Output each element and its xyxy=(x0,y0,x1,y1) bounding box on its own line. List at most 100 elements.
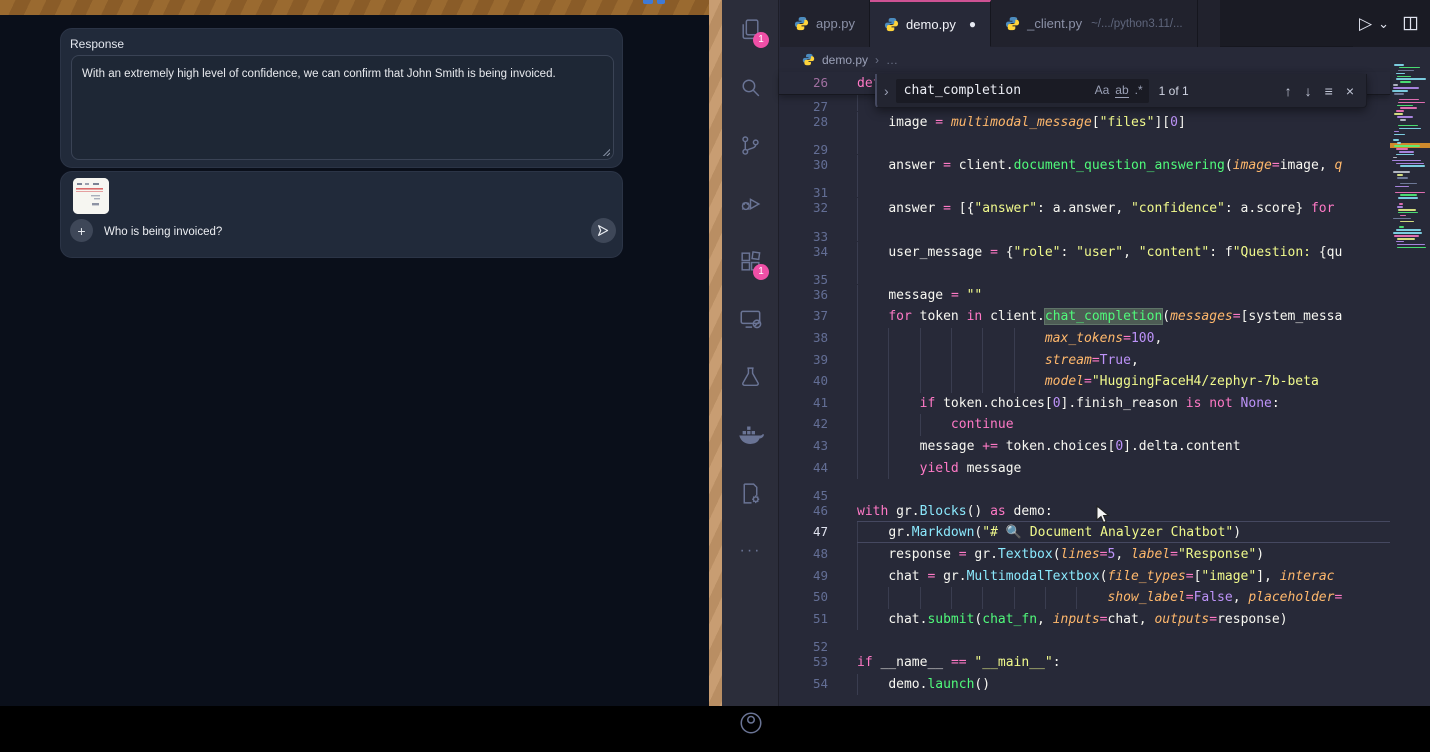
sidebar-item-extensions[interactable]: 1 xyxy=(722,232,779,290)
plus-icon: + xyxy=(77,223,85,239)
sidebar-item-run-debug[interactable] xyxy=(722,174,779,232)
git-branch-icon xyxy=(738,133,763,158)
line-number: 44 xyxy=(779,457,828,479)
explorer-badge: 1 xyxy=(753,32,769,48)
code-line[interactable]: 36 message = "" xyxy=(779,284,1390,306)
chat-message-text[interactable]: Who is being invoiced? xyxy=(104,226,222,238)
python-icon xyxy=(884,17,899,32)
code-line[interactable]: 55 xyxy=(779,694,1390,706)
code-line[interactable]: 50 show_label=False, placeholder= xyxy=(779,586,1390,608)
sidebar-item-testing[interactable] xyxy=(722,348,779,406)
resize-handle[interactable] xyxy=(600,146,610,156)
whole-word-button[interactable]: ab xyxy=(1115,83,1128,98)
line-number: 47 xyxy=(779,521,828,543)
send-button[interactable] xyxy=(591,218,616,243)
code-line[interactable]: 29 xyxy=(779,133,1390,155)
code-line[interactable]: 42 continue xyxy=(779,413,1390,435)
find-previous-button[interactable]: ↑ xyxy=(1285,83,1292,99)
code-line[interactable]: 39 stream=True, xyxy=(779,349,1390,371)
extensions-badge: 1 xyxy=(753,264,769,280)
breadcrumb-separator: › xyxy=(875,53,879,67)
response-block: Response With an extremely high level of… xyxy=(60,28,623,168)
find-input[interactable]: chat_completion Aa ab .* xyxy=(896,79,1149,103)
tab-demo-py[interactable]: demo.py ● xyxy=(870,0,991,47)
code-line[interactable]: 28 image = multimodal_message["files"][0… xyxy=(779,111,1390,133)
line-number: 50 xyxy=(779,586,828,608)
code-line[interactable]: 37 for token in client.chat_completion(m… xyxy=(779,305,1390,327)
code-line[interactable]: 32 answer = [{"answer": a.answer, "confi… xyxy=(779,197,1390,219)
tab-client-py[interactable]: _client.py ~/.../python3.11/... xyxy=(991,0,1197,47)
invoice-image xyxy=(73,178,109,214)
line-number: 37 xyxy=(779,305,828,327)
beaker-icon xyxy=(738,365,763,390)
line-number: 43 xyxy=(779,435,828,457)
python-icon xyxy=(802,53,815,66)
code-line[interactable]: 38 max_tokens=100, xyxy=(779,327,1390,349)
code-line[interactable]: 34 user_message = {"role": "user", "cont… xyxy=(779,241,1390,263)
line-number: 32 xyxy=(779,197,828,219)
tab-label: _client.py xyxy=(1027,16,1082,31)
breadcrumb-more[interactable]: … xyxy=(886,53,898,67)
breadcrumb-file[interactable]: demo.py xyxy=(822,53,868,67)
tab-bar: app.py demo.py ● _client.py ~/.../python… xyxy=(780,0,1430,47)
code-line[interactable]: 41 if token.choices[0].finish_reason is … xyxy=(779,392,1390,414)
chat-input-block: × + Who is being invoiced? xyxy=(60,171,623,258)
find-in-selection-button[interactable]: ≡ xyxy=(1325,83,1333,99)
find-close-button[interactable]: × xyxy=(1346,83,1354,99)
tab-label: app.py xyxy=(816,16,855,31)
sidebar-item-search[interactable] xyxy=(722,58,779,116)
line-number: 28 xyxy=(779,111,828,133)
code-line[interactable]: 40 model="HuggingFaceH4/zephyr-7b-beta xyxy=(779,370,1390,392)
sidebar-item-source-control[interactable] xyxy=(722,116,779,174)
minimap[interactable] xyxy=(1390,47,1430,706)
modified-dot-icon[interactable]: ● xyxy=(969,17,976,31)
remote-explorer-icon xyxy=(738,306,764,332)
match-case-button[interactable]: Aa xyxy=(1095,83,1110,98)
sidebar-item-file-settings[interactable] xyxy=(722,464,779,522)
tab-app-py[interactable]: app.py xyxy=(780,0,870,47)
breadcrumb[interactable]: demo.py › … xyxy=(780,47,1390,72)
gradio-app-window: Response With an extremely high level of… xyxy=(0,0,709,706)
code-lines: 2728 image = multimodal_message["files"]… xyxy=(779,90,1390,707)
sidebar-item-docker[interactable] xyxy=(722,406,779,464)
response-textarea[interactable]: With an extremely high level of confiden… xyxy=(71,55,614,160)
code-line[interactable]: 35 xyxy=(779,262,1390,284)
find-collapse-toggle[interactable]: › xyxy=(877,83,896,99)
desktop-wallpaper-strip xyxy=(709,0,722,706)
line-number: 54 xyxy=(779,673,828,695)
code-line[interactable]: 31 xyxy=(779,176,1390,198)
code-line[interactable]: 47 gr.Markdown("# 🔍 Document Analyzer Ch… xyxy=(779,521,1390,543)
code-line[interactable]: 53if __name__ == "__main__": xyxy=(779,651,1390,673)
code-line[interactable]: 45 xyxy=(779,478,1390,500)
code-line[interactable]: 43 message += token.choices[0].delta.con… xyxy=(779,435,1390,457)
run-dropdown-button[interactable]: ⌄ xyxy=(1378,16,1389,32)
line-number: 38 xyxy=(779,327,828,349)
code-line[interactable]: 30 answer = client.document_question_ans… xyxy=(779,154,1390,176)
sidebar-item-remote-explorer[interactable] xyxy=(722,290,779,348)
code-line[interactable]: 51 chat.submit(chat_fn, inputs=chat, out… xyxy=(779,608,1390,630)
code-line[interactable]: 44 yield message xyxy=(779,457,1390,479)
file-gear-icon xyxy=(738,481,763,506)
line-number: 51 xyxy=(779,608,828,630)
line-number: 53 xyxy=(779,651,828,673)
code-line[interactable]: 54 demo.launch() xyxy=(779,673,1390,695)
tab-partial[interactable] xyxy=(1198,0,1220,47)
code-line[interactable]: 48 response = gr.Textbox(lines=5, label=… xyxy=(779,543,1390,565)
attachment-thumbnail[interactable]: × xyxy=(73,178,109,214)
code-line[interactable]: 33 xyxy=(779,219,1390,241)
line-number: 55 xyxy=(779,701,828,706)
sidebar-item-account[interactable] xyxy=(722,694,779,752)
add-attachment-button[interactable]: + xyxy=(70,219,93,242)
run-python-file-button[interactable]: ▷ xyxy=(1359,14,1372,34)
editor-actions: ▷ ⌄ xyxy=(1353,0,1430,47)
code-line[interactable]: 46with gr.Blocks() as demo: xyxy=(779,500,1390,522)
sidebar-item-explorer[interactable]: 1 xyxy=(722,0,779,58)
split-editor-button[interactable] xyxy=(1403,16,1418,31)
code-line[interactable]: 49 chat = gr.MultimodalTextbox(file_type… xyxy=(779,565,1390,587)
code-line[interactable]: 52 xyxy=(779,629,1390,651)
line-number: 41 xyxy=(779,392,828,414)
regex-button[interactable]: .* xyxy=(1135,83,1143,98)
split-editor-icon xyxy=(1403,16,1418,31)
find-next-button[interactable]: ↓ xyxy=(1305,83,1312,99)
sidebar-item-more[interactable]: ··· xyxy=(722,522,779,580)
